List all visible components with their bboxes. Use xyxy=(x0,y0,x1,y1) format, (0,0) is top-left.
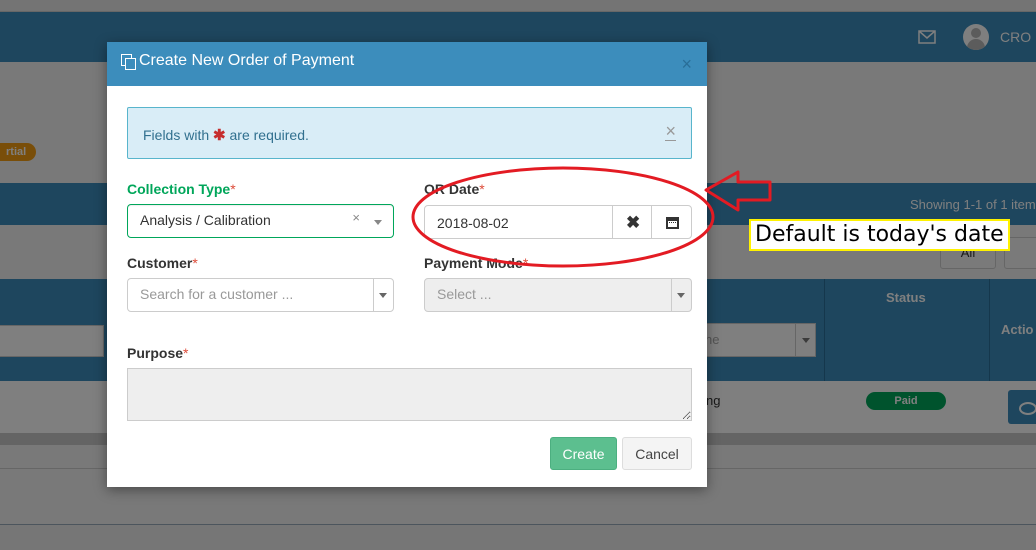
chevron-down-icon[interactable] xyxy=(373,279,393,311)
cancel-button[interactable]: Cancel xyxy=(622,437,692,470)
alert-text: Fields with ✱ are required. xyxy=(143,126,309,144)
asterisk-icon: ✱ xyxy=(213,127,226,144)
calendar-icon xyxy=(666,217,679,229)
collection-type-select[interactable]: Analysis / Calibration × xyxy=(127,204,394,238)
or-date-label: OR Date* xyxy=(424,181,485,197)
or-date-input[interactable]: 2018-08-02 xyxy=(424,205,613,239)
close-icon: ✖ xyxy=(626,213,641,232)
customer-label: Customer* xyxy=(127,255,198,271)
modal-header: Create New Order of Payment × xyxy=(107,42,707,86)
collection-type-value: Analysis / Calibration xyxy=(140,212,271,228)
purpose-label: Purpose* xyxy=(127,345,188,361)
required-mark: * xyxy=(230,181,236,197)
collection-type-label: Collection Type* xyxy=(127,181,236,197)
purpose-textarea[interactable] xyxy=(127,368,692,421)
or-date-picker: 2018-08-02 ✖ xyxy=(424,205,692,239)
modal-title-text: Create New Order of Payment xyxy=(139,52,355,69)
chevron-down-icon[interactable] xyxy=(374,220,382,225)
payment-mode-label-text: Payment Mode xyxy=(424,255,523,271)
date-calendar-button[interactable] xyxy=(651,205,692,239)
payment-mode-placeholder: Select ... xyxy=(437,286,492,302)
create-button[interactable]: Create xyxy=(550,437,617,470)
or-date-value: 2018-08-02 xyxy=(437,215,509,231)
required-mark: * xyxy=(192,255,198,271)
modal-title: Create New Order of Payment xyxy=(121,52,354,70)
alert-text-after: are required. xyxy=(229,127,309,143)
clear-selection-icon[interactable]: × xyxy=(352,210,360,225)
create-order-modal: Create New Order of Payment × Fields wit… xyxy=(107,42,707,487)
annotation-note: Default is today's date xyxy=(749,219,1010,251)
customer-placeholder: Search for a customer ... xyxy=(140,286,294,302)
chevron-down-icon[interactable] xyxy=(671,279,691,311)
close-icon[interactable]: × xyxy=(681,55,692,73)
customer-select[interactable]: Search for a customer ... xyxy=(127,278,394,312)
collection-type-label-text: Collection Type xyxy=(127,181,231,197)
payment-mode-label: Payment Mode* xyxy=(424,255,528,271)
or-date-label-text: OR Date xyxy=(424,181,480,197)
required-mark: * xyxy=(479,181,485,197)
required-fields-alert: Fields with ✱ are required. × xyxy=(127,107,692,159)
purpose-label-text: Purpose xyxy=(127,345,184,361)
customer-label-text: Customer xyxy=(127,255,193,271)
alert-close-icon[interactable]: × xyxy=(665,122,676,141)
required-mark: * xyxy=(183,345,189,361)
payment-mode-select[interactable]: Select ... xyxy=(424,278,692,312)
annotation-note-text: Default is today's date xyxy=(751,221,1008,249)
alert-text-before: Fields with xyxy=(143,127,210,143)
required-mark: * xyxy=(522,255,529,271)
date-clear-button[interactable]: ✖ xyxy=(612,205,652,239)
copy-icon xyxy=(121,54,136,70)
